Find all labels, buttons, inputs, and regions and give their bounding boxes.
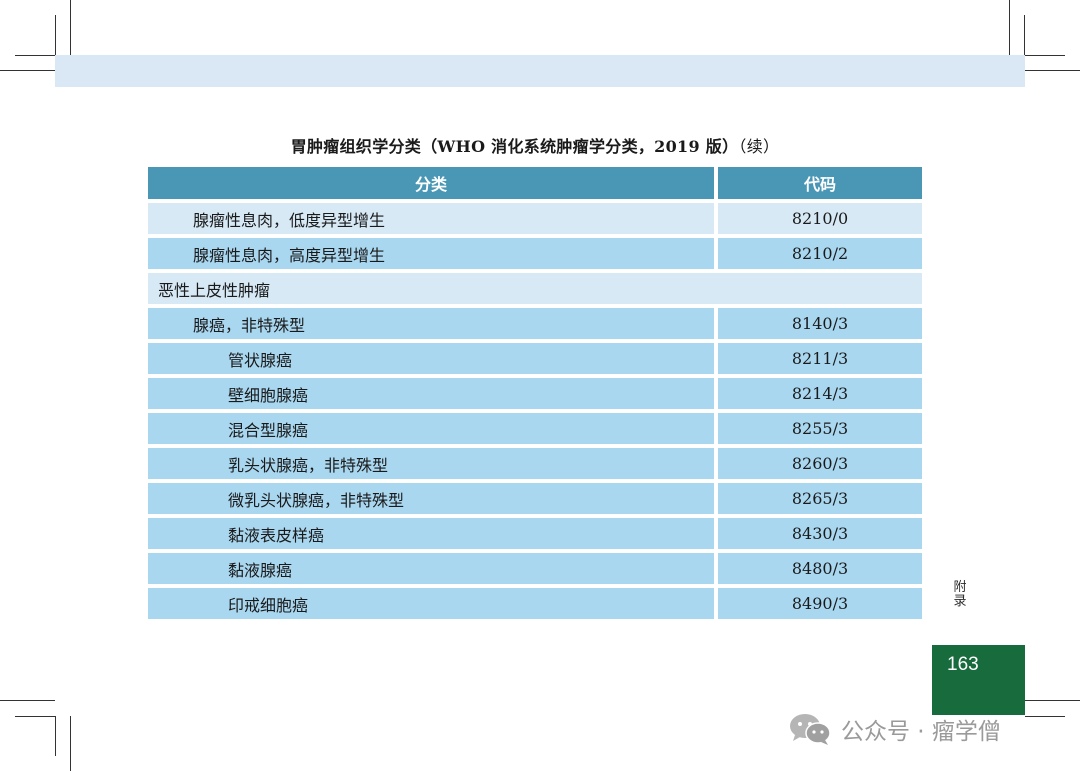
table-row: 腺癌，非特殊型 8140/3 <box>148 308 922 339</box>
row-category: 印戒细胞癌 <box>148 588 714 619</box>
table-row: 黏液表皮样癌 8430/3 <box>148 518 922 549</box>
row-code: 8140/3 <box>714 308 922 339</box>
header-category: 分类 <box>148 167 714 199</box>
row-code: 8490/3 <box>714 588 922 619</box>
table-title-main: 胃肿瘤组织学分类（WHO 消化系统肿瘤学分类，2019 版） <box>290 137 739 156</box>
crop-mark <box>1009 0 1010 55</box>
table-header-row: 分类 代码 <box>148 167 922 199</box>
row-category: 壁细胞腺癌 <box>148 378 714 409</box>
row-category: 乳头状腺癌，非特殊型 <box>148 448 714 479</box>
row-category: 管状腺癌 <box>148 343 714 374</box>
row-category: 腺癌，非特殊型 <box>148 308 714 339</box>
row-code: 8211/3 <box>714 343 922 374</box>
table-row: 壁细胞腺癌 8214/3 <box>148 378 922 409</box>
row-category: 混合型腺癌 <box>148 413 714 444</box>
crop-mark <box>1025 700 1080 701</box>
classification-table: 分类 代码 腺瘤性息肉，低度异型增生 8210/0 腺瘤性息肉，高度异型增生 8… <box>148 163 922 623</box>
row-category: 腺瘤性息肉，高度异型增生 <box>148 238 714 269</box>
row-code: 8210/0 <box>714 203 922 234</box>
table-row: 微乳头状腺癌，非特殊型 8265/3 <box>148 483 922 514</box>
row-code: 8210/2 <box>714 238 922 269</box>
crop-mark <box>70 716 71 771</box>
row-category: 黏液表皮样癌 <box>148 518 714 549</box>
crop-mark <box>55 15 56 55</box>
table-section-row: 恶性上皮性肿瘤 <box>148 273 922 304</box>
table-row: 乳头状腺癌，非特殊型 8260/3 <box>148 448 922 479</box>
table-row: 管状腺癌 8211/3 <box>148 343 922 374</box>
crop-mark <box>15 716 55 717</box>
wechat-icon <box>790 714 831 745</box>
table-title-continued: （续） <box>738 137 780 156</box>
section-category: 恶性上皮性肿瘤 <box>148 273 922 304</box>
table-row: 印戒细胞癌 8490/3 <box>148 588 922 619</box>
crop-mark <box>1025 55 1065 56</box>
crop-mark <box>0 70 55 71</box>
crop-mark <box>70 0 71 55</box>
row-code: 8214/3 <box>714 378 922 409</box>
row-category: 微乳头状腺癌，非特殊型 <box>148 483 714 514</box>
crop-mark <box>15 55 55 56</box>
watermark: 公众号 · 瘤学僧 <box>787 707 1001 751</box>
row-code: 8260/3 <box>714 448 922 479</box>
row-code: 8480/3 <box>714 553 922 584</box>
row-category: 腺瘤性息肉，低度异型增生 <box>148 203 714 234</box>
crop-mark <box>1024 15 1025 55</box>
row-code: 8265/3 <box>714 483 922 514</box>
crop-mark <box>55 716 56 756</box>
crop-mark <box>1025 716 1065 717</box>
table-row: 腺瘤性息肉，低度异型增生 8210/0 <box>148 203 922 234</box>
page-number: 163 <box>947 654 979 675</box>
table-row: 腺瘤性息肉，高度异型增生 8210/2 <box>148 238 922 269</box>
header-code: 代码 <box>714 167 922 199</box>
appendix-side-label: 附录 <box>953 580 967 609</box>
row-code: 8255/3 <box>714 413 922 444</box>
table-row: 黏液腺癌 8480/3 <box>148 553 922 584</box>
table-row: 混合型腺癌 8255/3 <box>148 413 922 444</box>
watermark-text: 公众号 · 瘤学僧 <box>841 719 1001 745</box>
table-title: 胃肿瘤组织学分类（WHO 消化系统肿瘤学分类，2019 版）（续） <box>150 133 920 157</box>
row-code: 8430/3 <box>714 518 922 549</box>
row-category: 黏液腺癌 <box>148 553 714 584</box>
header-band <box>55 55 1025 87</box>
crop-mark <box>1025 70 1080 71</box>
crop-mark <box>0 700 55 701</box>
